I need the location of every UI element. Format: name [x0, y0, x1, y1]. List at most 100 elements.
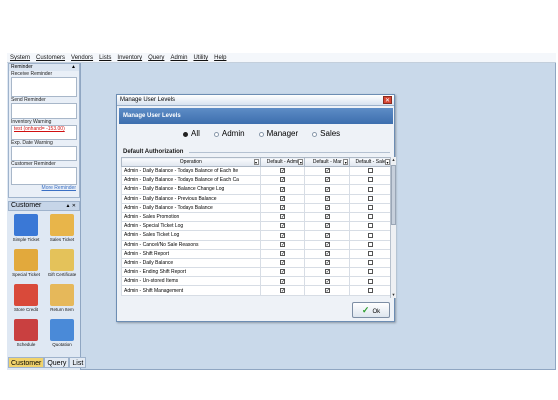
table-row[interactable]: Admin - Shift Report ✓ ✓: [121, 248, 392, 259]
return-item-button[interactable]: Return Item: [46, 284, 78, 312]
table-row[interactable]: Admin - Un-stored Items ✓ ✓: [121, 276, 392, 287]
permission-checkbox[interactable]: ✓: [324, 232, 330, 238]
permission-checkbox[interactable]: ✓: [324, 250, 330, 256]
menu-lists[interactable]: Lists: [96, 53, 114, 62]
permission-checkbox[interactable]: [368, 287, 374, 293]
permission-checkbox[interactable]: ✓: [279, 260, 285, 266]
permission-checkbox[interactable]: ✓: [279, 241, 285, 247]
vertical-scrollbar[interactable]: ▲ ▼: [390, 157, 396, 298]
panel-controls-icon[interactable]: ▲ ✕: [65, 202, 76, 210]
send-reminder-list[interactable]: [11, 103, 77, 119]
permission-checkbox[interactable]: [368, 269, 374, 275]
table-row[interactable]: Admin - Daily Balance ✓ ✓: [121, 257, 392, 269]
simple-ticket-button[interactable]: Simple Ticket: [10, 214, 42, 242]
menu-inventory[interactable]: Inventory: [114, 53, 145, 62]
permission-checkbox[interactable]: [368, 205, 374, 211]
radio-manager[interactable]: Manager: [258, 129, 298, 139]
permission-checkbox[interactable]: ✓: [324, 168, 330, 174]
tab-customer[interactable]: Customer: [8, 357, 45, 368]
permission-checkbox[interactable]: ✓: [279, 269, 285, 275]
permission-checkbox[interactable]: ✓: [279, 205, 285, 211]
permission-checkbox[interactable]: [368, 278, 374, 284]
permission-checkbox[interactable]: ✓: [324, 195, 330, 201]
radio-admin[interactable]: Admin: [213, 129, 245, 139]
permission-checkbox[interactable]: ✓: [324, 223, 330, 229]
menu-customers[interactable]: Customers: [33, 53, 68, 62]
permission-checkbox[interactable]: ✓: [279, 287, 285, 293]
column-header-admin[interactable]: Default - Admi ▾: [259, 157, 306, 167]
column-header-sales[interactable]: Default - Sale ▾: [349, 157, 392, 167]
tab-list[interactable]: List: [69, 357, 87, 368]
permission-checkbox[interactable]: [368, 241, 374, 247]
permission-checkbox[interactable]: [368, 214, 374, 220]
table-row[interactable]: Admin - Ending Shift Report ✓ ✓: [121, 267, 392, 278]
permission-checkbox[interactable]: ✓: [279, 278, 285, 284]
schedule-button[interactable]: Schedule: [10, 319, 42, 347]
table-row[interactable]: Admin - Daily Balance - Todays Balance ✓ ✓: [121, 202, 392, 213]
collapse-arrow-icon[interactable]: ▲: [71, 64, 76, 71]
exp-date-warning-list[interactable]: [11, 146, 77, 161]
column-header-operation[interactable]: Operation ▾: [121, 157, 261, 167]
table-row[interactable]: Admin - Shift Management ✓ ✓: [121, 285, 392, 296]
permission-checkbox[interactable]: [368, 223, 374, 229]
permission-checkbox[interactable]: ✓: [279, 177, 285, 183]
menu-admin[interactable]: Admin: [167, 53, 190, 62]
customer-reminder-list[interactable]: [11, 167, 77, 185]
permission-checkbox[interactable]: ✓: [279, 223, 285, 229]
ok-button[interactable]: ✓ Ok: [352, 302, 390, 318]
filter-dropdown-icon[interactable]: ▾: [343, 159, 349, 165]
more-reminder-link[interactable]: More Reminder: [9, 185, 79, 192]
radio-sales[interactable]: Sales: [312, 129, 340, 139]
scroll-down-icon[interactable]: ▼: [391, 292, 396, 298]
permission-checkbox[interactable]: [368, 168, 374, 174]
table-row[interactable]: Admin - Sales Ticket Log ✓ ✓: [121, 230, 392, 241]
permission-checkbox[interactable]: ✓: [324, 287, 330, 293]
permission-checkbox[interactable]: [368, 250, 374, 256]
filter-dropdown-icon[interactable]: ▾: [298, 159, 304, 165]
permission-checkbox[interactable]: [368, 177, 374, 183]
sales-ticket-button[interactable]: Sales Ticket: [46, 214, 78, 242]
column-header-manager[interactable]: Default - Mar ▾: [304, 157, 351, 167]
permission-checkbox[interactable]: ✓: [324, 278, 330, 284]
permission-checkbox[interactable]: [368, 232, 374, 238]
permission-checkbox[interactable]: ✓: [324, 269, 330, 275]
menu-utility[interactable]: Utility: [190, 53, 211, 62]
table-row[interactable]: Admin - Sales Promotion ✓ ✓: [121, 211, 392, 223]
permission-checkbox[interactable]: ✓: [324, 177, 330, 183]
inventory-warning-item[interactable]: test (onhand= -153.00): [12, 126, 76, 132]
permission-checkbox[interactable]: ✓: [324, 260, 330, 266]
permission-checkbox[interactable]: ✓: [279, 168, 285, 174]
table-row[interactable]: Admin - Daily Balance - Previous Balance…: [121, 193, 392, 204]
permission-checkbox[interactable]: ✓: [324, 214, 330, 220]
permission-checkbox[interactable]: ✓: [324, 205, 330, 211]
quotation-button[interactable]: Quotation: [46, 319, 78, 347]
menu-system[interactable]: System: [7, 53, 33, 62]
receive-reminder-list[interactable]: [11, 77, 77, 97]
table-row[interactable]: Admin - Special Ticket Log ✓ ✓: [121, 221, 392, 232]
tab-query[interactable]: Query: [44, 357, 70, 368]
store-credit-button[interactable]: Store Credit: [10, 284, 42, 312]
radio-all[interactable]: All: [183, 129, 200, 139]
special-ticket-button[interactable]: Special Ticket: [10, 249, 42, 277]
permission-checkbox[interactable]: ✓: [324, 241, 330, 247]
table-row[interactable]: Admin - Daily Balance - Todays Balance o…: [121, 165, 392, 177]
permission-checkbox[interactable]: ✓: [279, 250, 285, 256]
table-row[interactable]: Admin - Daily Balance - Todays Balance o…: [121, 175, 392, 186]
permission-checkbox[interactable]: ✓: [279, 186, 285, 192]
permission-checkbox[interactable]: ✓: [279, 214, 285, 220]
permission-checkbox[interactable]: [368, 260, 374, 266]
permission-checkbox[interactable]: ✓: [324, 186, 330, 192]
filter-dropdown-icon[interactable]: ▾: [253, 159, 259, 165]
table-row[interactable]: Admin - Cancel/No Sale Reasons ✓ ✓: [121, 239, 392, 250]
table-row[interactable]: Admin - Daily Balance - Balance Change L…: [121, 184, 392, 195]
permission-checkbox[interactable]: [368, 186, 374, 192]
permission-checkbox[interactable]: ✓: [279, 195, 285, 201]
permission-checkbox[interactable]: ✓: [279, 232, 285, 238]
menu-help[interactable]: Help: [211, 53, 229, 62]
permission-checkbox[interactable]: [368, 195, 374, 201]
gift-certificate-button[interactable]: Gift Certificate: [46, 249, 78, 277]
scroll-thumb[interactable]: [391, 165, 396, 225]
close-icon[interactable]: ✕: [383, 96, 392, 104]
menu-vendors[interactable]: Vendors: [68, 53, 96, 62]
scroll-up-icon[interactable]: ▲: [391, 157, 396, 163]
